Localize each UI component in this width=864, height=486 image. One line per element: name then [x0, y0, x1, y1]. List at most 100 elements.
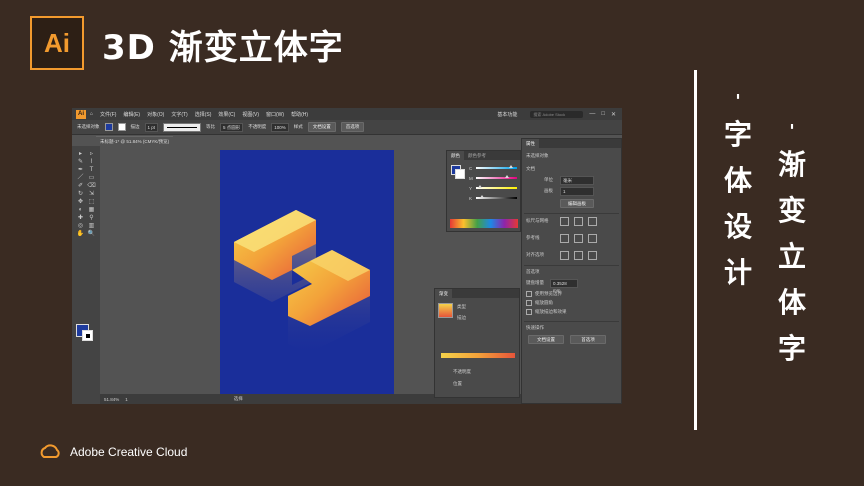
ruler-grid-icons[interactable]: [560, 217, 597, 226]
gradient-panel-tabs: 渐变: [435, 289, 519, 298]
tab-properties[interactable]: 属性: [522, 139, 539, 148]
type-tool-icon[interactable]: T: [86, 166, 97, 174]
zoom-tool-icon[interactable]: 🔍: [86, 230, 97, 238]
perspective-tool-icon[interactable]: ▦: [86, 206, 97, 214]
vertical-char: 字: [724, 118, 753, 151]
checkbox-preview-bounds[interactable]: 使用预览边界: [526, 291, 562, 297]
eyedropper-tool-icon[interactable]: ⚲: [86, 214, 97, 222]
guides-icons[interactable]: [560, 234, 597, 243]
quote-mark: ': [789, 121, 795, 142]
menu-select[interactable]: 选择(S): [195, 111, 212, 118]
snap-icon[interactable]: [574, 251, 583, 260]
channel-label: Y: [469, 185, 473, 191]
tools-panel: ▸ ▹ ✎ ⌇ ✒ T ／ ▭ ✐ ⌫ ↻ ⇲ ✥ ⬚ ◐ ▦ ✚ ⚲ ◎ ▥ ✋ 🔍: [72, 146, 100, 404]
checkbox-box[interactable]: [526, 291, 532, 297]
snap-point-icon[interactable]: [588, 251, 597, 260]
selection-tool-icon[interactable]: ▸: [75, 150, 86, 158]
magic-wand-tool-icon[interactable]: ✎: [75, 158, 86, 166]
document-tab[interactable]: 未标题-1* @ 51.84% (CMYK/预览): [96, 136, 174, 146]
menu-view[interactable]: 视图(V): [242, 111, 259, 118]
doc-setup-button[interactable]: 文档设置: [307, 122, 336, 132]
graph-tool-icon[interactable]: ▥: [86, 222, 97, 230]
minimize-button[interactable]: —: [589, 111, 595, 117]
menu-file[interactable]: 文件(F): [100, 111, 116, 118]
grid-icon[interactable]: [574, 217, 583, 226]
rotate-tool-icon[interactable]: ↻: [75, 190, 86, 198]
stroke-weight-field[interactable]: 1 pt: [144, 122, 159, 132]
fill-swatch[interactable]: [104, 123, 113, 131]
maximize-button[interactable]: □: [601, 111, 605, 117]
checkbox-scale-strokes[interactable]: 缩放描边和效果: [526, 309, 567, 315]
guides-icon[interactable]: [560, 234, 569, 243]
menu-edit[interactable]: 编辑(E): [123, 111, 140, 118]
slider-c[interactable]: C: [469, 165, 517, 171]
color-stroke-swatch[interactable]: [455, 169, 465, 179]
quick-doc-setup-button[interactable]: 文档设置: [528, 335, 564, 344]
quote-mark: ': [735, 91, 741, 112]
line-tool-icon[interactable]: ／: [75, 174, 86, 182]
pencil-tool-icon[interactable]: ✐: [75, 182, 86, 190]
eraser-tool-icon[interactable]: ⌫: [86, 182, 97, 190]
align-icons[interactable]: [560, 251, 597, 260]
vertical-text-right: ' 渐 变 立 体 字: [778, 122, 806, 372]
stroke-profile-preview[interactable]: [163, 122, 202, 132]
menu-object[interactable]: 对象(O): [147, 111, 164, 118]
vertical-char: 体: [724, 164, 753, 197]
menu-type[interactable]: 文字(T): [171, 111, 187, 118]
edit-artboard-button[interactable]: 编辑画板: [560, 199, 594, 208]
lock-guides-icon[interactable]: [574, 234, 583, 243]
home-icon[interactable]: ⌂: [90, 111, 93, 117]
menu-help[interactable]: 帮助(H): [291, 111, 308, 118]
blend-tool-icon[interactable]: ◎: [75, 222, 86, 230]
ruler-icon[interactable]: [560, 217, 569, 226]
stock-search-input[interactable]: 搜索 Adobe Stock: [530, 110, 584, 118]
stroke-swatch[interactable]: [117, 123, 126, 131]
pen-tool-icon[interactable]: ✒: [75, 166, 86, 174]
tab-gradient[interactable]: 渐变: [435, 289, 452, 298]
checkbox-box[interactable]: [526, 309, 532, 315]
page-number[interactable]: 1: [125, 397, 128, 402]
tab-color-guide[interactable]: 颜色参考: [464, 151, 490, 160]
artboard[interactable]: [220, 150, 394, 394]
smart-guides-icon[interactable]: [588, 234, 597, 243]
gradient-thumbnail[interactable]: [438, 303, 453, 318]
checkbox-label: 使用预览边界: [535, 291, 562, 296]
brush-select[interactable]: 5 点圆形: [220, 122, 244, 132]
opacity-field[interactable]: 100%: [271, 122, 289, 132]
free-transform-tool-icon[interactable]: ⬚: [86, 198, 97, 206]
slider-m[interactable]: M: [469, 175, 517, 181]
slider-k[interactable]: K: [469, 195, 517, 201]
tab-color[interactable]: 颜色: [447, 151, 464, 160]
uniform-label: 等比: [206, 124, 216, 129]
keyboard-increment-field[interactable]: 0.3528 mm: [550, 279, 578, 293]
color-spectrum[interactable]: [450, 219, 518, 228]
adobe-cc-footer: Adobe Creative Cloud: [38, 444, 187, 460]
menu-window[interactable]: 窗口(W): [266, 111, 284, 118]
direct-selection-tool-icon[interactable]: ▹: [86, 150, 97, 158]
lasso-tool-icon[interactable]: ⌇: [86, 158, 97, 166]
checkbox-scale-corners[interactable]: 缩放圆角: [526, 300, 553, 306]
close-button[interactable]: ✕: [611, 111, 616, 118]
stroke-color-box[interactable]: [82, 330, 93, 341]
quick-preferences-button[interactable]: 首选项: [570, 335, 606, 344]
slider-y[interactable]: Y: [469, 185, 517, 191]
align-icon[interactable]: [560, 251, 569, 260]
ai-logo: Ai: [30, 16, 84, 70]
scale-tool-icon[interactable]: ⇲: [86, 190, 97, 198]
menu-effect[interactable]: 效果(C): [218, 111, 235, 118]
checkbox-box[interactable]: [526, 300, 532, 306]
page-title: 3D 渐变立体字: [102, 28, 344, 68]
zoom-level[interactable]: 51.84%: [104, 397, 119, 402]
hand-tool-icon[interactable]: ✋: [75, 230, 86, 238]
pixel-grid-icon[interactable]: [588, 217, 597, 226]
gradient-slider[interactable]: [441, 353, 515, 358]
preferences-button[interactable]: 首选项: [340, 122, 365, 132]
shape-builder-tool-icon[interactable]: ◐: [75, 206, 86, 214]
mesh-tool-icon[interactable]: ✚: [75, 214, 86, 222]
artboard-select[interactable]: 1: [560, 187, 594, 196]
rectangle-tool-icon[interactable]: ▭: [86, 174, 97, 182]
style-label: 样式: [293, 124, 303, 129]
workspace-switcher[interactable]: 基本功能: [497, 111, 517, 118]
width-tool-icon[interactable]: ✥: [75, 198, 86, 206]
units-select[interactable]: 毫米: [560, 176, 594, 185]
